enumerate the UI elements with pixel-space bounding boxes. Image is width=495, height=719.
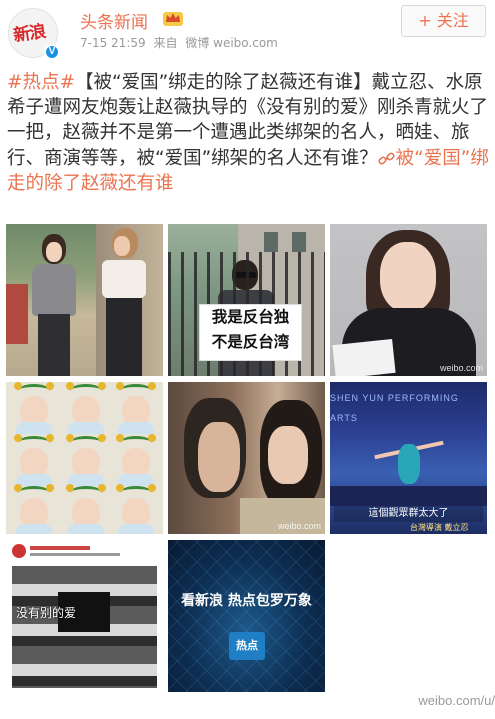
stage-header-text: SHEN YUN PERFORMING ARTS <box>330 393 459 423</box>
photo-dancer <box>374 434 444 484</box>
photo-woman-left <box>28 234 80 376</box>
photo-woman-right <box>94 228 154 376</box>
user-name[interactable]: 头条新闻 <box>80 8 148 33</box>
promo-network-bg <box>168 540 325 692</box>
post-header: 新浪 V 头条新闻 7-15 21:59 来自 微博 weibo.com + 关… <box>0 0 495 68</box>
baby-photo <box>60 484 112 534</box>
photo-couple-film-still[interactable]: weibo.com <box>168 382 325 534</box>
collage-post-header <box>12 544 152 562</box>
source-prefix: 来自 <box>153 36 178 50</box>
photo-two-women[interactable] <box>6 224 163 376</box>
stage-caption: 這個觀眾群太大了 <box>334 506 483 522</box>
crown-icon <box>163 12 183 26</box>
photo-stage-performance[interactable]: SHEN YUN PERFORMING ARTS 這個觀眾群太大了 台灣導演 戴… <box>330 382 487 534</box>
photo-sina-promo[interactable]: 看新浪 热点包罗万象 热点 <box>168 540 325 692</box>
image-watermark: weibo.com <box>277 521 321 531</box>
photo-baby-collage[interactable] <box>6 382 163 534</box>
photo-protest-sign[interactable]: 我是反台独 不是反台湾 <box>168 224 325 376</box>
promo-logo: 热点 <box>229 632 265 660</box>
baby-photo <box>8 434 60 486</box>
baby-photo <box>60 434 112 486</box>
follow-button[interactable]: + 关注 <box>401 5 486 37</box>
post-body: #热点#【被“爱国”绑走的除了赵薇还有谁】戴立忍、水原希子遭网友炮轰让赵薇执导的… <box>7 70 490 196</box>
photo-man-face <box>198 422 240 492</box>
protest-sign: 我是反台独 不是反台湾 <box>199 304 302 361</box>
baby-photo <box>8 484 60 534</box>
hashtag-link[interactable]: #热点# <box>7 72 75 93</box>
promo-slogan: 看新浪 热点包罗万象 <box>181 593 312 609</box>
baby-photo <box>110 434 162 486</box>
baby-photo <box>110 382 162 434</box>
avatar-logo-text: 新浪 <box>12 21 47 47</box>
stage-footer: 台灣導演 戴立忍 <box>410 523 469 532</box>
sign-line-1: 我是反台独 <box>211 308 290 326</box>
baby-photo <box>110 484 162 534</box>
sign-line-2: 不是反台湾 <box>211 333 290 351</box>
photo-window <box>264 232 278 252</box>
photo-woman-portrait[interactable]: weibo.com <box>330 224 487 376</box>
post-meta: 7-15 21:59 来自 微博 weibo.com <box>80 34 282 51</box>
image-watermark: weibo.com <box>439 363 483 373</box>
photo-bg-person <box>6 284 28 344</box>
post-source: 微博 weibo.com <box>185 36 278 50</box>
footer-watermark: weibo.com/u/ <box>418 693 495 708</box>
post-time[interactable]: 7-15 21:59 <box>80 36 146 50</box>
photo-face <box>380 242 436 312</box>
image-grid: 我是反台独 不是反台湾 weibo.com weibo.com SHEN YUN… <box>6 224 488 692</box>
link-icon <box>378 152 395 165</box>
photo-window <box>292 232 306 252</box>
collage-text: 没有别的爱 <box>16 606 77 620</box>
baby-photo <box>60 382 112 434</box>
photo-weibo-collage[interactable]: 没有别的爱 <box>6 540 163 692</box>
baby-photo <box>8 382 60 434</box>
verified-badge-icon: V <box>44 44 60 60</box>
photo-paper <box>332 338 396 376</box>
photo-woman-face <box>268 426 308 484</box>
photo-stage-floor <box>330 486 487 506</box>
